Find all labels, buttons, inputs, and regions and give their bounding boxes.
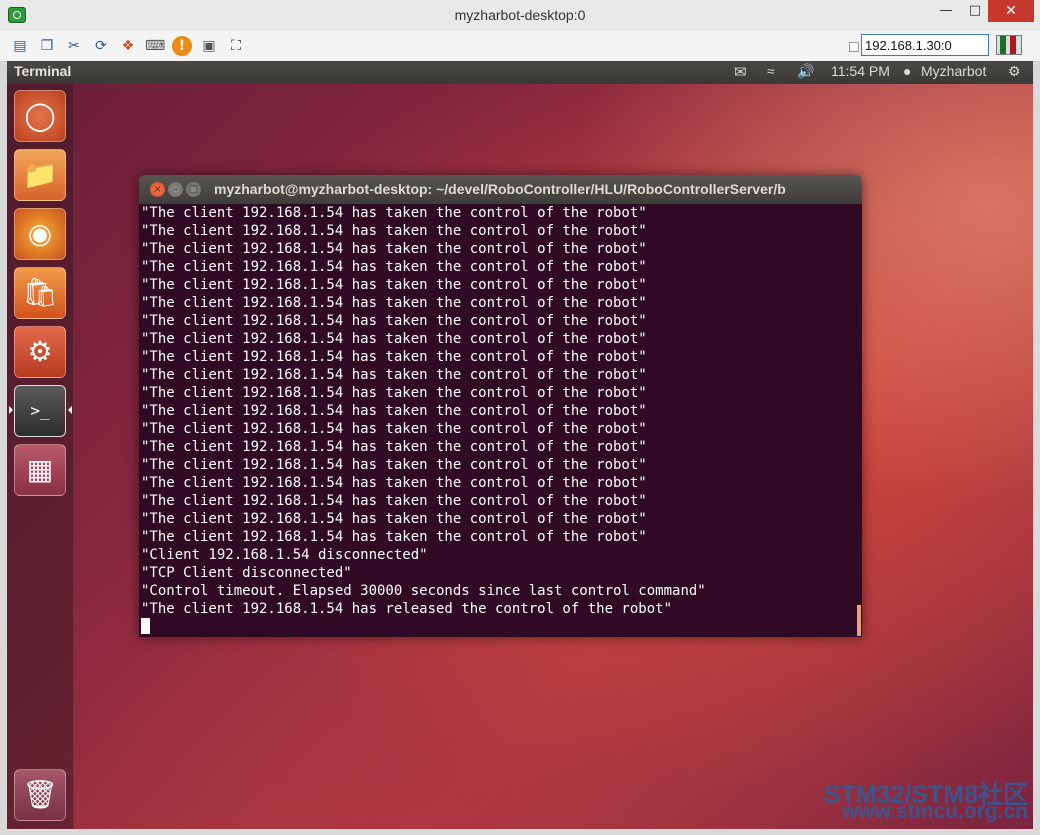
terminal-line: "The client 192.168.1.54 has taken the c… bbox=[141, 475, 647, 491]
keyboard-icon[interactable]: ⌨ bbox=[145, 36, 165, 56]
terminal-window: × – □ myzharbot@myzharbot-desktop: ~/dev… bbox=[139, 175, 862, 637]
terminal-line: "The client 192.168.1.54 has taken the c… bbox=[141, 421, 647, 437]
terminal-line: "Client 192.168.1.54 disconnected" bbox=[141, 547, 428, 563]
host-address-field[interactable]: 192.168.1.30:0 bbox=[861, 34, 989, 56]
terminal-cursor bbox=[141, 618, 150, 634]
disconnect-icon[interactable]: ▣ bbox=[199, 36, 219, 56]
monitor-icon[interactable]: ▤ bbox=[10, 36, 30, 56]
address-checkbox[interactable] bbox=[849, 42, 859, 52]
terminal-line: "The client 192.168.1.54 has taken the c… bbox=[141, 511, 647, 527]
terminal-line: "The client 192.168.1.54 has taken the c… bbox=[141, 439, 647, 455]
terminal-icon[interactable]: >_ bbox=[14, 385, 66, 437]
terminal-line: "The client 192.168.1.54 has taken the c… bbox=[141, 295, 647, 311]
mail-icon[interactable]: ✉ bbox=[734, 63, 747, 81]
ubuntu-dash-icon[interactable]: ◯ bbox=[14, 90, 66, 142]
launcher: ◯ 📁 ◉ 🛍 ⚙ >_ ▦ 🗑 bbox=[7, 84, 74, 829]
wifi-icon[interactable]: ≈ bbox=[767, 63, 775, 79]
terminal-line: "The client 192.168.1.54 has taken the c… bbox=[141, 277, 647, 293]
active-app-indicator bbox=[9, 406, 13, 414]
minimize-button[interactable]: — bbox=[933, 0, 959, 22]
user-name[interactable]: Myzharbot bbox=[921, 63, 986, 79]
terminal-maximize-button[interactable]: □ bbox=[186, 182, 201, 197]
tools-icon[interactable]: ✂ bbox=[64, 36, 84, 56]
terminal-line: "The client 192.168.1.54 has taken the c… bbox=[141, 331, 647, 347]
trash-icon[interactable]: 🗑 bbox=[14, 769, 66, 821]
maximize-button[interactable]: □ bbox=[962, 0, 988, 22]
terminal-title: myzharbot@myzharbot-desktop: ~/devel/Rob… bbox=[214, 181, 786, 197]
terminal-line: "The client 192.168.1.54 has released th… bbox=[141, 601, 673, 617]
firefox-icon[interactable]: ◉ bbox=[14, 208, 66, 260]
workspace-switcher-icon[interactable]: ▦ bbox=[14, 444, 66, 496]
terminal-line: "The client 192.168.1.54 has taken the c… bbox=[141, 385, 647, 401]
terminal-line: "The client 192.168.1.54 has taken the c… bbox=[141, 313, 647, 329]
software-center-icon[interactable]: 🛍 bbox=[14, 267, 66, 319]
active-app-name: Terminal bbox=[14, 63, 72, 79]
terminal-line: "The client 192.168.1.54 has taken the c… bbox=[141, 349, 647, 365]
terminal-output[interactable]: "The client 192.168.1.54 has taken the c… bbox=[139, 204, 862, 637]
watermark-line2: www.stmcu.org.cn bbox=[842, 800, 1028, 823]
files-icon[interactable]: 📁 bbox=[14, 149, 66, 201]
gear-icon[interactable]: ⚙ bbox=[1008, 63, 1021, 80]
terminal-line: "The client 192.168.1.54 has taken the c… bbox=[141, 493, 647, 509]
terminal-titlebar[interactable]: × – □ myzharbot@myzharbot-desktop: ~/dev… bbox=[139, 175, 862, 204]
connection-status-icon[interactable] bbox=[996, 35, 1022, 55]
terminal-text: "The client 192.168.1.54 has taken the c… bbox=[141, 204, 706, 636]
windows-icon[interactable]: ❖ bbox=[118, 36, 138, 56]
copy-icon[interactable]: ❐ bbox=[37, 36, 57, 56]
system-settings-icon[interactable]: ⚙ bbox=[14, 326, 66, 378]
volume-icon[interactable]: 🔊 bbox=[797, 63, 814, 80]
terminal-line: "Control timeout. Elapsed 30000 seconds … bbox=[141, 583, 706, 599]
terminal-line: "The client 192.168.1.54 has taken the c… bbox=[141, 205, 647, 221]
terminal-line: "The client 192.168.1.54 has taken the c… bbox=[141, 457, 647, 473]
terminal-line: "The client 192.168.1.54 has taken the c… bbox=[141, 367, 647, 383]
alert-icon[interactable]: ! bbox=[172, 36, 192, 56]
terminal-close-button[interactable]: × bbox=[150, 182, 165, 197]
focused-app-indicator bbox=[68, 406, 72, 414]
terminal-line: "The client 192.168.1.54 has taken the c… bbox=[141, 223, 647, 239]
terminal-line: "TCP Client disconnected" bbox=[141, 565, 352, 581]
terminal-line: "The client 192.168.1.54 has taken the c… bbox=[141, 259, 647, 275]
fullscreen-icon[interactable]: ⛶ bbox=[226, 36, 246, 56]
top-panel: Terminal ✉ ≈ 🔊 11:54 PM ● Myzharbot ⚙ bbox=[7, 61, 1033, 84]
terminal-line: "The client 192.168.1.54 has taken the c… bbox=[141, 529, 647, 545]
terminal-line: "The client 192.168.1.54 has taken the c… bbox=[141, 241, 647, 257]
user-icon: ● bbox=[903, 63, 912, 79]
terminal-line: "The client 192.168.1.54 has taken the c… bbox=[141, 403, 647, 419]
close-button[interactable]: ✕ bbox=[988, 0, 1034, 22]
refresh-icon[interactable]: ⟳ bbox=[91, 36, 111, 56]
terminal-scrollbar[interactable] bbox=[857, 605, 861, 636]
window-titlebar: myzharbot-desktop:0 — □ ✕ bbox=[0, 0, 1040, 32]
window-title: myzharbot-desktop:0 bbox=[454, 7, 586, 23]
terminal-minimize-button[interactable]: – bbox=[168, 182, 183, 197]
clock[interactable]: 11:54 PM bbox=[831, 63, 890, 79]
